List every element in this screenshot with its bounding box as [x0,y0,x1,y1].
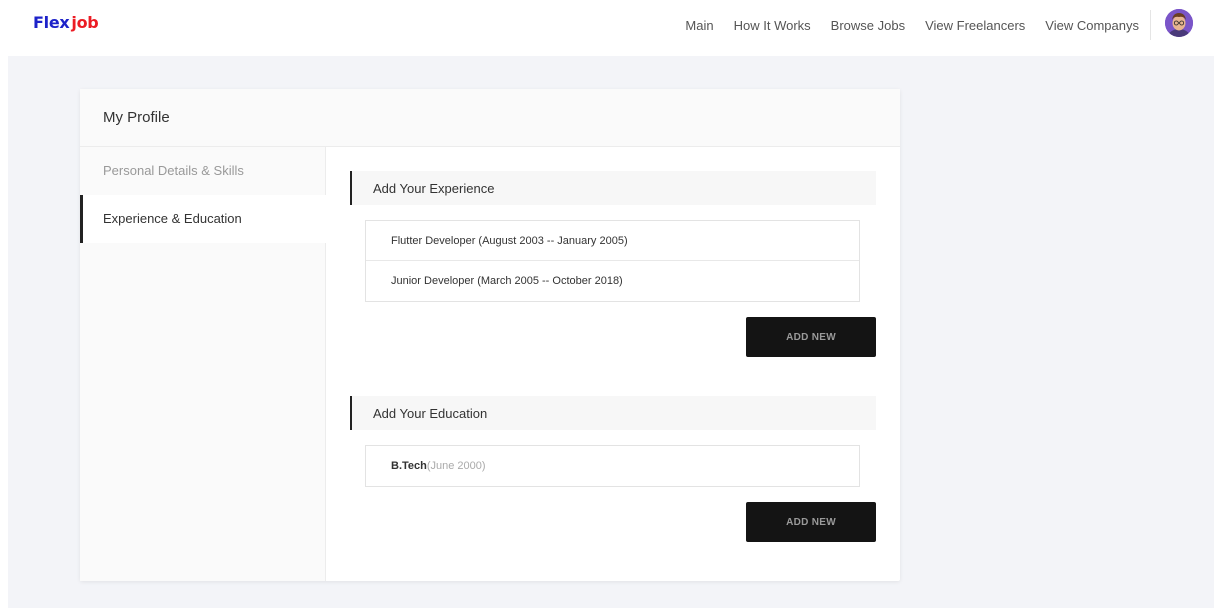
education-section-header: Add Your Education [350,396,876,430]
top-header: Flex job Main How It Works Browse Jobs Vi… [0,0,1214,56]
education-list: B.Tech(June 2000) [365,445,860,487]
experience-section-header: Add Your Experience [350,171,876,205]
nav-how-it-works[interactable]: How It Works [734,18,811,33]
nav-view-companys[interactable]: View Companys [1045,18,1139,33]
experience-list: Flutter Developer (August 2003 -- Januar… [365,220,860,302]
nav-view-freelancers[interactable]: View Freelancers [925,18,1025,33]
profile-card-header: My Profile [80,89,900,147]
user-avatar-icon[interactable] [1165,9,1193,37]
add-experience-button[interactable]: ADD NEW [746,317,876,357]
nav-browse-jobs[interactable]: Browse Jobs [831,18,905,33]
list-item[interactable]: Flutter Developer (August 2003 -- Januar… [366,221,859,261]
page-title: My Profile [103,109,170,126]
experience-heading: Add Your Experience [373,181,495,196]
sidebar-item-personal-details[interactable]: Personal Details & Skills [80,147,326,195]
nav-main[interactable]: Main [685,18,713,33]
nav-divider [1150,10,1151,40]
list-item[interactable]: Junior Developer (March 2005 -- October … [366,261,859,301]
list-item[interactable]: B.Tech(June 2000) [366,446,859,486]
education-heading: Add Your Education [373,406,488,421]
avatar-image [1165,9,1193,37]
education-degree: B.Tech [391,460,427,472]
add-education-button[interactable]: ADD NEW [746,502,876,542]
sidebar-item-experience-education[interactable]: Experience & Education [80,195,326,243]
main-nav: Main How It Works Browse Jobs View Freel… [685,18,1139,33]
logo-job: job [71,13,99,32]
profile-card: My Profile Personal Details & Skills Exp… [80,89,900,581]
profile-sidebar: Personal Details & Skills Experience & E… [80,147,326,581]
flexjob-logo[interactable]: Flex job [33,13,99,32]
logo-flex: Flex [33,13,70,32]
education-date: (June 2000) [426,460,486,472]
